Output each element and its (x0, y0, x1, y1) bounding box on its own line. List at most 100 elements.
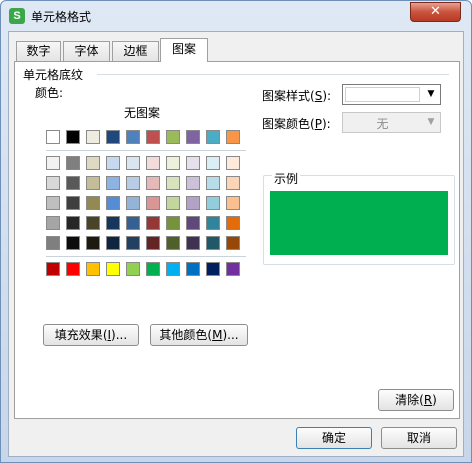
color-swatch[interactable] (86, 176, 100, 190)
accelerator-key: R (423, 393, 433, 407)
color-swatch[interactable] (226, 156, 240, 170)
format-cells-dialog: S 单元格格式 ✕ 数字 字体 边框 图案 单元格底纹 颜色: 无图案 填充效果… (0, 0, 472, 463)
color-swatch[interactable] (66, 156, 80, 170)
color-swatch[interactable] (106, 196, 120, 210)
dialog-title: 单元格格式 (31, 10, 92, 24)
accelerator-key: I (107, 328, 112, 342)
color-swatch[interactable] (106, 130, 120, 144)
color-swatch[interactable] (226, 216, 240, 230)
color-swatch[interactable] (46, 156, 60, 170)
pattern-color-dropdown[interactable]: 无 ▼ (342, 112, 441, 133)
color-swatch[interactable] (66, 236, 80, 250)
tab-number[interactable]: 数字 (16, 41, 61, 61)
color-swatch[interactable] (146, 216, 160, 230)
color-swatch[interactable] (166, 196, 180, 210)
color-swatch[interactable] (106, 156, 120, 170)
color-swatch[interactable] (226, 176, 240, 190)
tab-border[interactable]: 边框 (112, 41, 159, 61)
color-swatch[interactable] (46, 262, 60, 276)
group-divider (97, 74, 449, 75)
color-swatch[interactable] (186, 196, 200, 210)
color-swatch[interactable] (206, 216, 220, 230)
color-swatch[interactable] (46, 216, 60, 230)
cancel-button[interactable]: 取消 (381, 427, 457, 449)
close-button[interactable]: ✕ (410, 2, 461, 22)
tab-label: 数字 (26, 44, 51, 58)
color-swatch[interactable] (166, 156, 180, 170)
no-pattern-option[interactable]: 无图案 (97, 104, 187, 121)
color-swatch[interactable] (66, 216, 80, 230)
color-swatch[interactable] (46, 236, 60, 250)
color-swatch[interactable] (146, 130, 160, 144)
color-swatch[interactable] (166, 130, 180, 144)
color-swatch[interactable] (146, 156, 160, 170)
color-swatch[interactable] (126, 196, 140, 210)
tab-label: 字体 (74, 44, 99, 58)
color-swatch[interactable] (186, 216, 200, 230)
color-swatch[interactable] (86, 156, 100, 170)
color-swatch[interactable] (206, 130, 220, 144)
tab-patterns[interactable]: 图案 (160, 38, 208, 62)
color-swatch[interactable] (146, 176, 160, 190)
close-icon: ✕ (430, 4, 441, 19)
pattern-style-dropdown[interactable]: ▼ (342, 84, 441, 105)
color-swatch[interactable] (186, 156, 200, 170)
clear-button[interactable]: 清除(R) (378, 389, 454, 411)
more-colors-button[interactable]: 其他颜色(M)... (150, 324, 248, 346)
tab-label: 图案 (171, 42, 196, 56)
color-swatch[interactable] (86, 130, 100, 144)
title-bar[interactable]: S 单元格格式 ✕ (1, 1, 471, 31)
color-palette (46, 130, 246, 326)
color-swatch[interactable] (206, 196, 220, 210)
tab-label: 边框 (123, 44, 148, 58)
color-swatch[interactable] (106, 176, 120, 190)
color-swatch[interactable] (66, 196, 80, 210)
color-swatch[interactable] (226, 196, 240, 210)
color-swatch[interactable] (226, 236, 240, 250)
color-swatch[interactable] (166, 176, 180, 190)
color-swatch[interactable] (206, 156, 220, 170)
color-swatch[interactable] (206, 262, 220, 276)
color-swatch[interactable] (66, 176, 80, 190)
color-swatch[interactable] (166, 216, 180, 230)
color-swatch[interactable] (146, 236, 160, 250)
color-swatch[interactable] (166, 262, 180, 276)
color-swatch[interactable] (146, 196, 160, 210)
color-swatch[interactable] (66, 130, 80, 144)
color-swatch[interactable] (206, 236, 220, 250)
color-swatch[interactable] (46, 130, 60, 144)
ok-button[interactable]: 确定 (296, 427, 372, 449)
color-swatch[interactable] (86, 216, 100, 230)
patterns-panel: 单元格底纹 颜色: 无图案 填充效果(I)... 其他颜色(M)... 图案样式… (14, 61, 460, 419)
tab-font[interactable]: 字体 (63, 41, 110, 61)
color-swatch[interactable] (186, 262, 200, 276)
color-swatch[interactable] (226, 262, 240, 276)
color-swatch[interactable] (126, 176, 140, 190)
color-swatch[interactable] (186, 236, 200, 250)
color-swatch[interactable] (126, 236, 140, 250)
color-swatch[interactable] (186, 130, 200, 144)
color-swatch[interactable] (146, 262, 160, 276)
color-swatch[interactable] (86, 236, 100, 250)
color-swatch[interactable] (126, 216, 140, 230)
pattern-style-preview (345, 87, 420, 102)
color-swatch[interactable] (86, 262, 100, 276)
color-swatch[interactable] (46, 176, 60, 190)
color-swatch[interactable] (186, 176, 200, 190)
color-swatch[interactable] (106, 236, 120, 250)
color-swatch[interactable] (106, 216, 120, 230)
pattern-color-value: 无 (376, 117, 389, 131)
color-swatch[interactable] (46, 196, 60, 210)
color-swatch[interactable] (226, 130, 240, 144)
color-swatch[interactable] (106, 262, 120, 276)
label-text: 图案颜色 (262, 117, 311, 131)
color-swatch[interactable] (206, 176, 220, 190)
color-swatch[interactable] (126, 156, 140, 170)
color-swatch[interactable] (86, 196, 100, 210)
color-swatch[interactable] (126, 262, 140, 276)
pattern-style-label: 图案样式(S): (262, 89, 332, 103)
fill-effects-button[interactable]: 填充效果(I)... (43, 324, 139, 346)
color-swatch[interactable] (166, 236, 180, 250)
color-swatch[interactable] (66, 262, 80, 276)
color-swatch[interactable] (126, 130, 140, 144)
